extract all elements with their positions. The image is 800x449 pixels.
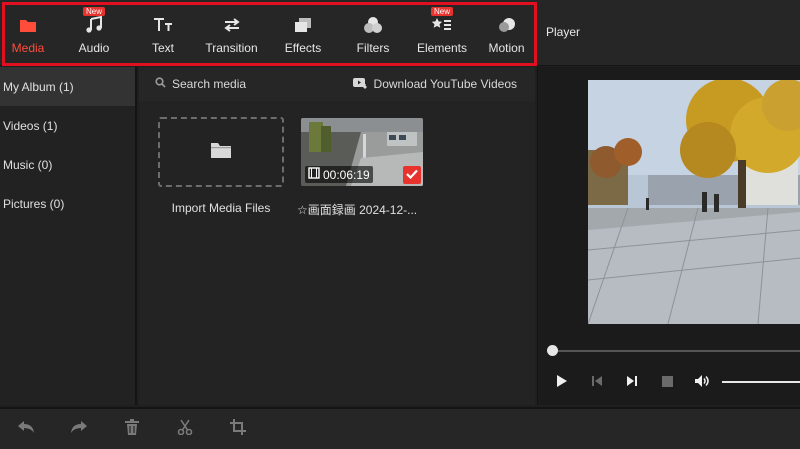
video-frame: [588, 80, 800, 324]
redo-icon: [70, 420, 88, 439]
download-youtube-button[interactable]: Download YouTube Videos: [352, 77, 517, 92]
tab-text[interactable]: Text: [137, 5, 189, 63]
category-tabs: Media New Audio Text Transition Effects …: [2, 2, 537, 66]
music-note-icon: [84, 15, 104, 35]
tab-media[interactable]: Media: [5, 5, 51, 63]
tab-motion[interactable]: Motion: [470, 5, 543, 63]
scissors-icon: [177, 419, 193, 440]
folder-icon: [18, 15, 38, 35]
speaker-icon: [694, 374, 710, 393]
import-media-button[interactable]: [158, 117, 284, 187]
skip-forward-icon: [626, 374, 638, 392]
crop-icon: [230, 418, 246, 440]
seek-handle[interactable]: [547, 345, 558, 356]
stop-button[interactable]: [657, 373, 677, 393]
next-frame-button[interactable]: [622, 373, 642, 393]
tab-effects[interactable]: Effects: [274, 5, 332, 63]
media-clip-thumbnail[interactable]: 00:06:19: [301, 118, 423, 186]
album-item-pictures[interactable]: Pictures (0): [0, 184, 135, 223]
playback-controls: [552, 373, 727, 393]
album-item-videos[interactable]: Videos (1): [0, 106, 135, 145]
tab-transition[interactable]: Transition: [189, 5, 274, 63]
seek-bar[interactable]: [552, 350, 800, 352]
filters-icon: [363, 15, 383, 35]
search-media-label: Search media: [172, 77, 247, 91]
stop-icon: [661, 374, 673, 392]
import-media-label: Import Media Files: [171, 201, 271, 215]
timeline-toolbar: [0, 407, 800, 449]
clip-name: ☆画面録画 2024-12-...: [297, 203, 418, 217]
album-item-my-album[interactable]: My Album (1): [0, 67, 135, 106]
album-item-music[interactable]: Music (0): [0, 145, 135, 184]
media-panel: Search media Download YouTube Videos Imp…: [139, 67, 535, 405]
play-icon: [556, 374, 568, 393]
skip-back-icon: [591, 374, 603, 392]
tab-filters[interactable]: Filters: [332, 5, 414, 63]
clip-selected-checkbox[interactable]: [403, 166, 421, 184]
folder-icon: [210, 141, 232, 164]
tab-elements[interactable]: New Elements: [414, 5, 470, 63]
search-icon: [155, 77, 166, 91]
tab-audio[interactable]: New Audio: [51, 5, 137, 63]
tab-media-label: Media: [11, 41, 45, 55]
motion-icon: [497, 15, 517, 35]
player-title: Player: [546, 25, 581, 39]
trash-icon: [125, 418, 139, 440]
tab-motion-label: Motion: [488, 41, 525, 55]
checkmark-icon: [406, 166, 418, 184]
tab-transition-label: Transition: [205, 41, 258, 55]
tab-elements-label: Elements: [416, 41, 468, 55]
play-button[interactable]: [552, 373, 572, 393]
split-button[interactable]: [174, 418, 196, 440]
media-header: Search media Download YouTube Videos: [139, 67, 535, 101]
download-youtube-label: Download YouTube Videos: [373, 77, 517, 91]
undo-icon: [17, 420, 35, 439]
undo-button[interactable]: [15, 418, 37, 440]
player-panel: [537, 67, 800, 405]
volume-slider[interactable]: [722, 381, 800, 383]
film-strip-icon: [308, 167, 320, 182]
elements-icon: [432, 15, 452, 35]
clip-duration-badge: 00:06:19: [305, 166, 373, 183]
album-list: My Album (1) Videos (1) Music (0) Pictur…: [0, 67, 137, 405]
tab-filters-label: Filters: [356, 41, 390, 55]
crop-button[interactable]: [227, 418, 249, 440]
top-toolbar: Media New Audio Text Transition Effects …: [0, 0, 800, 66]
tab-audio-label: Audio: [78, 41, 110, 55]
new-badge: New: [430, 7, 453, 16]
tab-effects-label: Effects: [284, 41, 322, 55]
transition-arrows-icon: [222, 15, 242, 35]
youtube-download-icon: [352, 77, 368, 92]
video-preview[interactable]: [588, 80, 800, 324]
new-badge: New: [82, 7, 105, 16]
volume-button[interactable]: [692, 373, 712, 393]
text-icon: [153, 15, 173, 35]
redo-button[interactable]: [68, 418, 90, 440]
effects-icon: [293, 15, 313, 35]
tab-text-label: Text: [151, 41, 174, 55]
delete-button[interactable]: [121, 418, 143, 440]
search-media-button[interactable]: Search media: [155, 77, 246, 91]
clip-duration: 00:06:19: [323, 167, 370, 182]
previous-frame-button[interactable]: [587, 373, 607, 393]
